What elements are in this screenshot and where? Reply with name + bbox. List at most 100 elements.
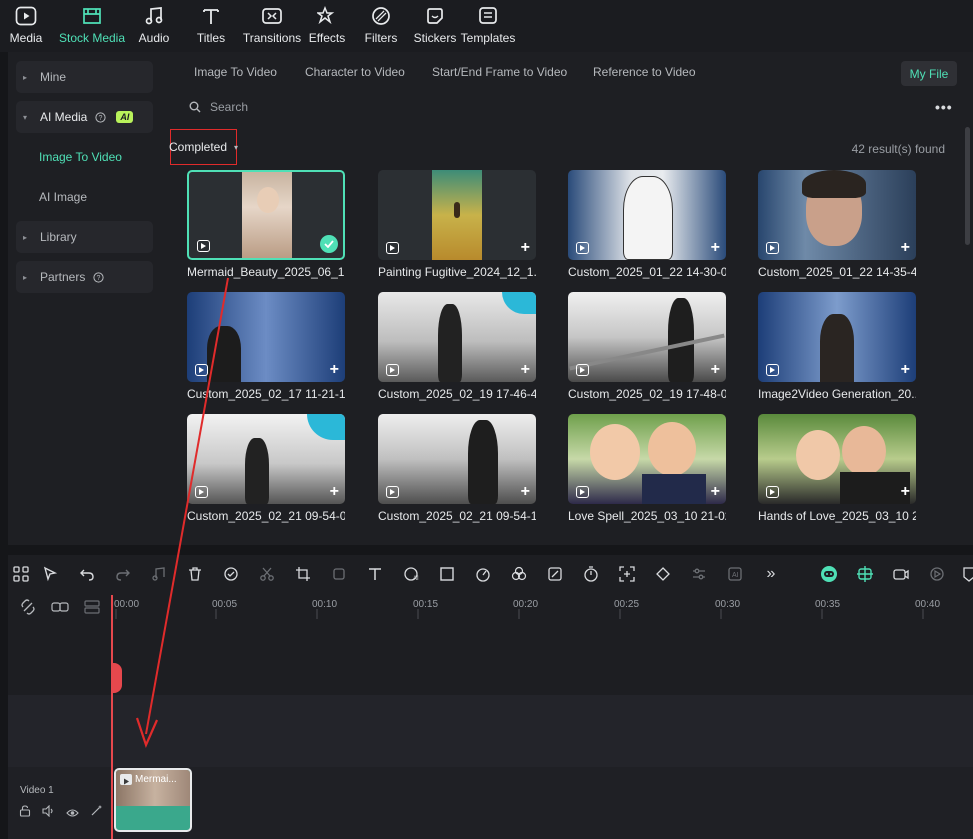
audio-detach-icon[interactable] [150,565,168,583]
add-icon[interactable]: + [330,362,339,378]
media-icon [14,4,38,28]
adjust-sliders-icon[interactable] [690,565,708,583]
add-icon[interactable]: + [901,362,910,378]
tab-image-to-video[interactable]: Image To Video [194,65,277,79]
add-icon[interactable]: + [521,240,530,256]
timeline-clip[interactable]: Mermai... [114,768,192,832]
more-options-icon[interactable]: ••• [935,99,953,115]
shape-mask-icon[interactable] [438,565,456,583]
ai-tool-icon[interactable] [222,565,240,583]
media-card[interactable]: + Hands of Love_2025_03_10 2... [758,414,916,523]
record-icon[interactable] [892,565,910,583]
media-thumbnail: + [187,414,345,504]
ruler-tick-label: 00:10 [312,599,338,610]
volume-icon[interactable] [42,804,55,822]
ai-portrait-icon[interactable]: AI [402,565,420,583]
toolbar-stock-media[interactable]: Stock Media [57,0,127,45]
help-icon[interactable]: ? [95,111,106,123]
help-icon[interactable]: ? [93,271,104,283]
playhead[interactable] [111,595,113,839]
toolbar-transitions[interactable]: Transitions [243,0,301,45]
sidebar-item-mine[interactable]: ▸ Mine [16,61,153,93]
color-match-icon[interactable] [510,565,528,583]
toolbar-audio[interactable]: Audio [134,0,174,45]
add-icon[interactable]: + [521,362,530,378]
tab-character-to-video[interactable]: Character to Video [305,65,405,79]
playhead-handle[interactable] [112,663,122,693]
crop-icon[interactable] [294,565,312,583]
visibility-eye-icon[interactable] [66,805,79,823]
more-tools-icon[interactable]: » [762,565,780,583]
media-card[interactable]: Mermaid_Beauty_2025_06_1... [187,170,345,279]
magic-wand-icon[interactable] [90,804,103,822]
media-card[interactable]: + Custom_2025_02_21 09-54-0... [187,414,345,523]
toolbar-effects[interactable]: Effects [305,0,349,45]
sidebar-item-partners[interactable]: ▸ Partners ? [16,261,153,293]
timeline-ruler[interactable] [112,594,973,619]
tab-start-end-frame[interactable]: Start/End Frame to Video [432,65,567,79]
media-card[interactable]: + Love Spell_2025_03_10 21-02... [568,414,726,523]
ai-copilot-icon[interactable] [820,565,838,583]
add-icon[interactable]: + [901,240,910,256]
toolbar-filters[interactable]: Filters [361,0,401,45]
layout-grid-icon[interactable] [12,565,30,583]
sidebar-item-image-to-video[interactable]: Image To Video [39,150,122,164]
render-preview-icon[interactable] [928,565,946,583]
speed-icon[interactable] [474,565,492,583]
edit-image-icon[interactable] [546,565,564,583]
media-card[interactable]: + Custom_2025_01_22 14-35-4... [758,170,916,279]
lock-track-icon[interactable] [19,804,31,822]
smart-cutout-icon[interactable] [856,565,874,583]
add-icon[interactable]: + [521,484,530,500]
link-toggle-icon[interactable] [20,599,36,620]
group-clip-icon[interactable] [51,600,69,619]
timer-icon[interactable] [582,565,600,583]
scrollbar[interactable] [965,127,970,245]
toolbar-media[interactable]: Media [0,0,52,45]
media-card[interactable]: + Custom_2025_01_22 14-30-0... [568,170,726,279]
transitions-icon [260,4,284,28]
sidebar-item-library[interactable]: ▸ Library [16,221,153,253]
add-icon[interactable]: + [330,484,339,500]
ai-text-icon[interactable]: AI [726,565,744,583]
split-scissors-icon[interactable] [258,565,276,583]
select-pointer-icon[interactable] [42,565,60,583]
media-card[interactable]: + Custom_2025_02_21 09-54-1... [378,414,536,523]
media-card[interactable]: + Custom_2025_02_19 17-48-0... [568,292,726,401]
media-card[interactable]: + Painting Fugitive_2024_12_1... [378,170,536,279]
add-icon[interactable]: + [711,362,720,378]
freeze-frame-icon[interactable] [330,565,348,583]
delete-icon[interactable] [186,565,204,583]
media-thumbnail: + [758,414,916,504]
video-type-icon [195,486,208,498]
tab-reference-to-video[interactable]: Reference to Video [593,65,696,79]
toolbar-transitions-label: Transitions [242,31,302,45]
search-bar[interactable]: Search [189,100,248,114]
toolbar-stickers[interactable]: Stickers [412,0,458,45]
my-file-button[interactable]: My File [901,61,957,86]
sidebar-item-ai-image[interactable]: AI Image [39,190,87,204]
search-input[interactable]: Search [210,100,248,114]
video-type-icon [576,486,589,498]
media-card[interactable]: + Custom_2025_02_17 11-21-1... [187,292,345,401]
media-card-name: Custom_2025_02_21 09-54-1... [378,509,536,523]
svg-text:?: ? [99,115,103,122]
undo-icon[interactable] [78,565,96,583]
media-card-name: Hands of Love_2025_03_10 2... [758,509,916,523]
auto-reframe-icon[interactable] [618,565,636,583]
toolbar-titles[interactable]: Titles [191,0,231,45]
redo-icon[interactable] [114,565,132,583]
text-icon[interactable] [366,565,384,583]
keyframe-icon[interactable] [654,565,672,583]
media-card[interactable]: + Custom_2025_02_19 17-46-4... [378,292,536,401]
track-manager-icon[interactable] [84,600,100,619]
add-icon[interactable]: + [901,484,910,500]
add-icon[interactable]: + [711,484,720,500]
add-icon[interactable]: + [711,240,720,256]
media-card[interactable]: + Image2Video Generation_20... [758,292,916,401]
media-card-name: Custom_2025_01_22 14-35-4... [758,265,916,279]
status-filter-dropdown[interactable]: Completed ▾ [169,129,238,165]
sidebar-item-ai-media[interactable]: ▾ AI Media ? AI [16,101,153,133]
marker-icon[interactable] [960,565,973,583]
toolbar-templates[interactable]: Templates [460,0,516,45]
